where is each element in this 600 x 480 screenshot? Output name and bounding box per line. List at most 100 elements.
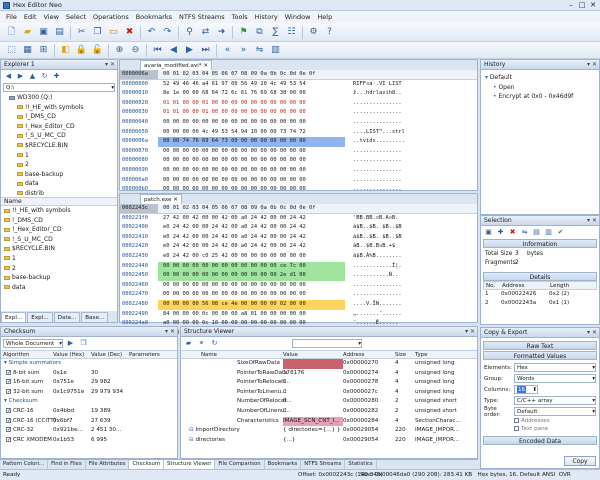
byte-order-select[interactable]: Default ▾ bbox=[514, 407, 596, 416]
list-item[interactable]: $RECYCLE.BIN bbox=[1, 244, 117, 254]
checksum-row[interactable]: ✓ CRC-16 0x4bbd 19 389 bbox=[1, 407, 177, 417]
hex-row[interactable]: 00000030 01 01 00 00 01 00 00 00 00 00 00… bbox=[120, 108, 477, 118]
zoom-out-icon[interactable]: ⊖ bbox=[128, 43, 143, 58]
invert-icon[interactable]: ⇋ bbox=[252, 43, 267, 58]
shift-left-icon[interactable]: « bbox=[220, 43, 235, 58]
structure-row[interactable]: PointerToRawData 178176 0x00000274 4 unsigne… bbox=[181, 369, 477, 379]
nav-up-icon[interactable]: ▲ bbox=[27, 71, 38, 82]
hex-row[interactable]: 00022450 00 00 00 00 00 00 00 00 00 00 00… bbox=[120, 271, 477, 281]
cut-icon[interactable]: ✂ bbox=[74, 25, 89, 40]
select-block-icon[interactable]: ▦ bbox=[20, 43, 35, 58]
hex-ascii[interactable]: „.......¨...... bbox=[345, 310, 402, 320]
save-icon[interactable]: ▣ bbox=[36, 25, 51, 40]
checkbox-icon[interactable]: ✓ bbox=[6, 417, 11, 423]
structure-row[interactable]: NumberOfRelocat... 0 0x00000280 2 unsigned s… bbox=[181, 397, 477, 407]
explorer-tab[interactable]: Expl... bbox=[27, 312, 53, 322]
stats-icon[interactable]: ▥ bbox=[268, 43, 283, 58]
sel-remove-icon[interactable]: ✖ bbox=[507, 227, 518, 238]
hex-ascii[interactable]: RIFF¤a·.VI LIST bbox=[345, 80, 402, 90]
hex-row[interactable]: 00022460 00 00 00 00 00 00 00 00 00 00 00… bbox=[120, 281, 477, 291]
hex-bytes[interactable]: 00 00 00 00 4c 49 53 54 94 10 00 00 73 7… bbox=[158, 128, 345, 138]
find-icon[interactable]: ⚲ bbox=[182, 25, 197, 40]
panel-close-icon[interactable]: ▾ ✕ bbox=[165, 327, 175, 337]
panel-close-icon[interactable]: ▾ ✕ bbox=[587, 328, 597, 338]
sel-add-icon[interactable]: ✚ bbox=[495, 227, 506, 238]
hex-ascii[interactable]: à$B..$B. $B..$B bbox=[345, 223, 402, 233]
history-item[interactable]: • Open bbox=[481, 83, 599, 93]
select-all-icon[interactable]: ⬚ bbox=[4, 43, 19, 58]
hex-ascii[interactable]: 'BB.BB.¤B.A¤B. bbox=[345, 214, 398, 224]
copy-icon[interactable]: ❐ bbox=[90, 25, 105, 40]
hex-ascii[interactable]: ..tvids......... bbox=[345, 137, 405, 147]
hex-row[interactable]: 00000020 01 01 00 00 01 00 00 00 00 00 00… bbox=[120, 99, 477, 109]
menu-history[interactable]: History bbox=[255, 13, 278, 21]
hex-ascii[interactable]: ............... bbox=[345, 147, 402, 157]
type-select[interactable]: C/C++ array ▾ bbox=[514, 396, 596, 405]
encoded-data-section[interactable]: Encoded Data bbox=[483, 436, 597, 445]
hex-bytes[interactable]: 00 00 00 00 00 00 00 00 00 00 00 00 ce 7… bbox=[158, 261, 345, 272]
hex-bytes[interactable]: 01 01 00 00 01 00 00 00 00 00 00 00 00 0… bbox=[158, 99, 345, 109]
fill-icon[interactable]: ◧ bbox=[58, 43, 73, 58]
settings-icon[interactable]: ⚙ bbox=[306, 25, 321, 40]
help-icon[interactable]: ? bbox=[322, 25, 337, 40]
decrypt-icon[interactable]: 🔓 bbox=[90, 43, 105, 58]
hex-row[interactable]: 00000080 00 00 00 00 00 00 00 00 00 00 00… bbox=[120, 156, 477, 166]
history-item[interactable]: • Encrypt at 0x0 - 0x46d9f bbox=[481, 92, 599, 102]
tab-patch-exe[interactable]: patch.exe ✕ bbox=[140, 194, 182, 204]
hex-bytes[interactable]: 27 42 00 42 00 00 42 00 a0 24 42 00 00 2… bbox=[158, 214, 345, 224]
explorer-tab[interactable]: Expl... bbox=[1, 312, 27, 322]
structure-open-icon[interactable]: ▰ bbox=[183, 338, 194, 349]
structure-row[interactable]: PointerToLinenu... 0 0x0000027c 4 unsigned l… bbox=[181, 388, 477, 398]
hex-bytes[interactable]: 8e 1e 00 00 68 64 72 6c 61 76 69 68 38 0… bbox=[158, 89, 345, 99]
list-item[interactable]: !!_HE_with symbols bbox=[1, 206, 117, 216]
text-pane-checkbox[interactable]: Text pane bbox=[484, 425, 596, 433]
bottom-tab[interactable]: NTFS Streams bbox=[301, 460, 346, 469]
menu-edit[interactable]: Edit bbox=[24, 13, 37, 21]
sel-load-icon[interactable]: ▥ bbox=[543, 227, 554, 238]
bookmark-icon[interactable]: ⚑ bbox=[236, 25, 251, 40]
bottom-tab[interactable]: Checksum bbox=[129, 460, 165, 469]
paste-icon[interactable]: ▭ bbox=[106, 25, 121, 40]
bottom-tab[interactable]: Bookmarks bbox=[265, 460, 302, 469]
calculate-icon[interactable]: ▶ bbox=[65, 338, 76, 349]
checksum-row[interactable]: ✓ 8-bit sum 0x1e 30 bbox=[1, 369, 177, 379]
hex-row[interactable]: 00000000 52 49 46 46 a4 61 97 00 56 49 20… bbox=[120, 80, 477, 90]
checkbox-icon[interactable]: ✓ bbox=[6, 407, 11, 413]
drive-selector[interactable]: Q:\ ▾ bbox=[3, 83, 115, 92]
structure-row[interactable]: Characteristics IMAGE_SCN_CNT_I... 0x00000… bbox=[181, 416, 477, 427]
hex-ascii[interactable]: àB..$B.B¤B.+$ bbox=[345, 242, 395, 252]
hex-bytes[interactable]: 00 00 00 00 00 00 00 00 00 00 00 00 00 0… bbox=[158, 176, 345, 186]
list-item[interactable]: !_S_U_MC_CD bbox=[1, 235, 117, 245]
panel-close-icon[interactable]: ▾ ✕ bbox=[587, 60, 597, 70]
hex-bytes[interactable]: 00 00 74 76 69 64 73 00 00 00 00 00 00 0… bbox=[158, 137, 345, 147]
bottom-tab[interactable]: File Comparison bbox=[215, 460, 265, 469]
panel-close-icon[interactable]: ▾ ✕ bbox=[465, 327, 475, 337]
hex-bytes[interactable]: 00 00 00 00 00 00 00 00 00 00 00 00 00 0… bbox=[158, 166, 345, 176]
menu-help[interactable]: Help bbox=[317, 13, 332, 21]
hex-ascii[interactable]: ............... bbox=[345, 99, 402, 109]
checksum-row[interactable]: ✓ 16-bit sum 0x751e 29 982 bbox=[1, 378, 177, 388]
structure-refresh-icon[interactable]: ↻ bbox=[209, 338, 220, 349]
nav-back-icon[interactable]: ◀ bbox=[3, 71, 14, 82]
menu-ntfs-streams[interactable]: NTFS Streams bbox=[179, 13, 225, 21]
columns-stepper[interactable]: 16 ⬍ bbox=[514, 385, 538, 394]
hex-row[interactable]: 00022430 e0 24 42 00 c0 25 42 00 00 00 00… bbox=[120, 252, 477, 262]
redo-icon[interactable]: ↷ bbox=[160, 25, 175, 40]
checkbox-icon[interactable]: ✓ bbox=[6, 388, 11, 394]
menu-view[interactable]: View bbox=[43, 13, 58, 21]
tab-avaria-modified[interactable]: avaria_modified.avi* ✕ bbox=[140, 60, 213, 70]
hex-row[interactable]: 00000040 00 00 00 00 00 00 00 00 00 00 00… bbox=[120, 118, 477, 128]
hex-row[interactable]: 00022490 84 00 00 00 0c 00 00 00 a8 01 00… bbox=[120, 310, 477, 320]
hex-row[interactable]: 00000070 00 00 00 00 00 00 00 00 00 00 00… bbox=[120, 147, 477, 157]
hex-row[interactable]: 00022440 00 00 00 00 00 00 00 00 00 00 00… bbox=[120, 261, 477, 272]
undo-icon[interactable]: ↶ bbox=[144, 25, 159, 40]
copy-results-icon[interactable]: ❐ bbox=[78, 338, 89, 349]
structure-row[interactable]: NumberOfLinenu... 0 0x00000282 2 unsigned sh… bbox=[181, 407, 477, 417]
hex-row[interactable]: 00022420 e0 24 42 00 00 24 42 00 a0 24 42… bbox=[120, 242, 477, 252]
hex-ascii[interactable]: ....V.ÎN....... bbox=[345, 300, 402, 310]
list-item[interactable]: !_Hex_Editor_CD bbox=[1, 225, 117, 235]
tree-item[interactable]: !_Hex_Editor_CD bbox=[1, 122, 117, 132]
checksum-group[interactable]: ▾ Simple summators bbox=[1, 359, 177, 369]
zoom-in-icon[interactable]: ⊕ bbox=[112, 43, 127, 58]
close-button[interactable]: ✕ bbox=[589, 1, 597, 9]
